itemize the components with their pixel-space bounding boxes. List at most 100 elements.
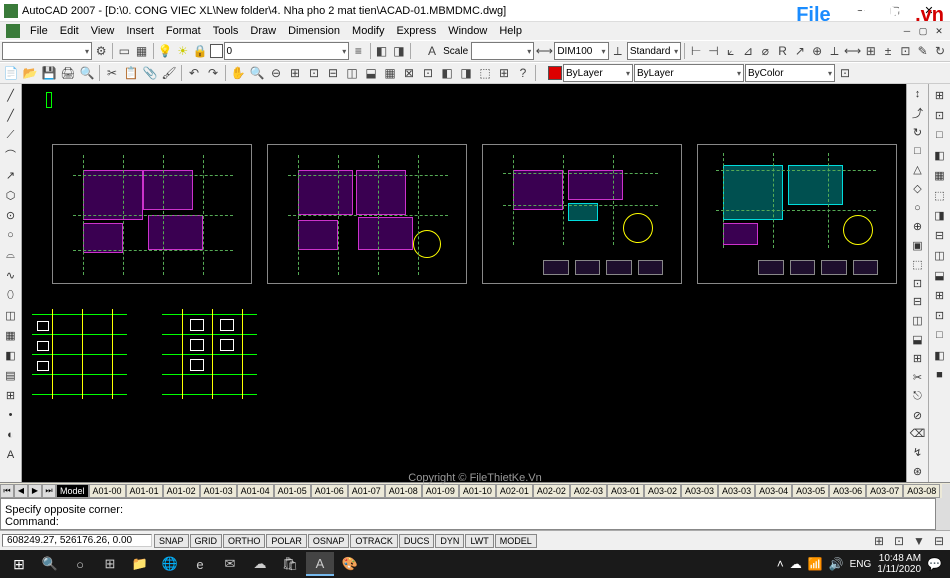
layer-sun-icon[interactable]: ☀ bbox=[175, 42, 191, 60]
tray-lang[interactable]: ENG bbox=[850, 559, 872, 570]
menu-modify[interactable]: Modify bbox=[346, 25, 390, 37]
layout-tab-a03-08[interactable]: A03-08 bbox=[903, 484, 940, 498]
task-app1[interactable]: ☁ bbox=[246, 552, 274, 576]
menu-express[interactable]: Express bbox=[390, 25, 442, 37]
drawing-canvas[interactable] bbox=[22, 84, 906, 482]
layout-tab-a03-01[interactable]: A03-01 bbox=[607, 484, 644, 498]
modify-tool-13[interactable]: ⬓ bbox=[909, 331, 927, 348]
modify-tool-10[interactable]: ⊡ bbox=[909, 275, 927, 292]
dim-icon[interactable]: ⟷ bbox=[535, 42, 553, 60]
modify-tool-11[interactable]: ⊟ bbox=[909, 293, 927, 310]
layout-tab-a02-02[interactable]: A02-02 bbox=[533, 484, 570, 498]
layer-color-swatch[interactable] bbox=[210, 44, 223, 58]
color-swatch-red[interactable] bbox=[548, 66, 562, 80]
tb2-d[interactable]: ◫ bbox=[343, 64, 361, 82]
task-store[interactable]: 🛍 bbox=[276, 552, 304, 576]
modify-tool-2[interactable]: ↻ bbox=[909, 124, 927, 141]
paste-icon[interactable]: 📎 bbox=[141, 64, 159, 82]
extra-tool-1[interactable]: ⊡ bbox=[931, 106, 949, 124]
modify-tool-16[interactable]: ⎋ bbox=[909, 388, 927, 405]
menu-window[interactable]: Window bbox=[442, 25, 493, 37]
zoom-icon[interactable]: 🔍 bbox=[248, 64, 266, 82]
draw-tool-9[interactable]: ∿ bbox=[2, 266, 20, 284]
menu-help[interactable]: Help bbox=[493, 25, 528, 37]
tb2-l[interactable]: ⊞ bbox=[495, 64, 513, 82]
layout-tab-a01-04[interactable]: A01-04 bbox=[237, 484, 274, 498]
tb2-g[interactable]: ⊠ bbox=[400, 64, 418, 82]
layout-tab-a01-06[interactable]: A01-06 bbox=[311, 484, 348, 498]
modify-tool-3[interactable]: □ bbox=[909, 143, 927, 160]
layout-tab-a01-00[interactable]: A01-00 bbox=[89, 484, 126, 498]
modify-tool-0[interactable]: ↕ bbox=[909, 86, 927, 103]
dim-5[interactable]: ⌀ bbox=[757, 42, 773, 60]
draw-tool-16[interactable]: • bbox=[2, 406, 20, 424]
modify-tool-12[interactable]: ◫ bbox=[909, 312, 927, 329]
extra-tool-12[interactable]: □ bbox=[931, 326, 949, 344]
cmd-scrollbar[interactable] bbox=[936, 498, 950, 530]
layout-tab-a01-07[interactable]: A01-07 bbox=[348, 484, 385, 498]
preview-icon[interactable]: 🔍 bbox=[78, 64, 96, 82]
layout-tab-a01-01[interactable]: A01-01 bbox=[126, 484, 163, 498]
status-toggle-ortho[interactable]: ORTHO bbox=[223, 534, 265, 548]
dim-15[interactable]: ↻ bbox=[932, 42, 948, 60]
menu-tools[interactable]: Tools bbox=[207, 25, 245, 37]
tb2-n[interactable]: ⊡ bbox=[836, 64, 854, 82]
draw-tool-18[interactable]: A bbox=[2, 446, 20, 464]
status-toggle-snap[interactable]: SNAP bbox=[154, 534, 189, 548]
extra-tool-9[interactable]: ⬓ bbox=[931, 266, 949, 284]
tb-btn-b[interactable]: ▦ bbox=[133, 42, 149, 60]
extra-tool-5[interactable]: ⬚ bbox=[931, 186, 949, 204]
layout-tab-a01-02[interactable]: A01-02 bbox=[163, 484, 200, 498]
draw-tool-3[interactable]: ⌒ bbox=[2, 146, 20, 164]
layer-lightbulb-icon[interactable]: 💡 bbox=[157, 42, 174, 60]
dim-6[interactable]: R bbox=[774, 42, 790, 60]
copy-icon[interactable]: 📋 bbox=[122, 64, 140, 82]
status-icon-2[interactable]: ⊡ bbox=[890, 532, 908, 550]
layout-tab-a01-10[interactable]: A01-10 bbox=[459, 484, 496, 498]
draw-tool-7[interactable]: ○ bbox=[2, 226, 20, 244]
modify-tool-7[interactable]: ⊕ bbox=[909, 218, 927, 235]
status-toggle-ducs[interactable]: DUCS bbox=[399, 534, 435, 548]
draw-tool-5[interactable]: ⬡ bbox=[2, 186, 20, 204]
tb-btn-d[interactable]: ◧ bbox=[373, 42, 389, 60]
new-icon[interactable]: 📄 bbox=[2, 64, 20, 82]
tb2-i[interactable]: ◧ bbox=[438, 64, 456, 82]
annoscale-icon[interactable]: A bbox=[424, 42, 440, 60]
layout-tab-a03-03[interactable]: A03-03 bbox=[681, 484, 718, 498]
tb2-f[interactable]: ▦ bbox=[381, 64, 399, 82]
layout-nav-1[interactable]: ◀ bbox=[14, 484, 28, 498]
tray-notifications-icon[interactable]: 💬 bbox=[927, 557, 942, 571]
layout-nav-0[interactable]: ⏮ bbox=[0, 484, 14, 498]
extra-tool-0[interactable]: ⊞ bbox=[931, 86, 949, 104]
task-app2[interactable]: 🎨 bbox=[336, 552, 364, 576]
pan-icon[interactable]: ✋ bbox=[229, 64, 247, 82]
dim-13[interactable]: ⊡ bbox=[897, 42, 913, 60]
dim-12[interactable]: ± bbox=[880, 42, 896, 60]
layout-tab-a03-05[interactable]: A03-05 bbox=[792, 484, 829, 498]
tray-network-icon[interactable]: 📶 bbox=[808, 557, 823, 571]
tb2-m[interactable]: ? bbox=[514, 64, 532, 82]
status-toggle-polar[interactable]: POLAR bbox=[266, 534, 307, 548]
extra-tool-14[interactable]: ■ bbox=[931, 366, 949, 384]
layout-scrollbar[interactable] bbox=[942, 484, 950, 498]
tb2-c[interactable]: ⊟ bbox=[324, 64, 342, 82]
task-browser[interactable]: 🌐 bbox=[156, 552, 184, 576]
layout-tab-a03-02[interactable]: A03-02 bbox=[644, 484, 681, 498]
extra-tool-2[interactable]: □ bbox=[931, 126, 949, 144]
tray-cloud-icon[interactable]: ☁ bbox=[790, 557, 802, 571]
status-toggle-model[interactable]: MODEL bbox=[495, 534, 537, 548]
extra-tool-4[interactable]: ▦ bbox=[931, 166, 949, 184]
linetype-combo[interactable]: ByLayer bbox=[634, 64, 744, 82]
scale-combo[interactable] bbox=[471, 42, 534, 60]
draw-tool-4[interactable]: ↗ bbox=[2, 166, 20, 184]
layout-tab-a01-09[interactable]: A01-09 bbox=[422, 484, 459, 498]
draw-tool-15[interactable]: ⊞ bbox=[2, 386, 20, 404]
redo-icon[interactable]: ↷ bbox=[204, 64, 222, 82]
tb-btn-a[interactable]: ▭ bbox=[116, 42, 132, 60]
dim-3[interactable]: ⟀ bbox=[723, 42, 739, 60]
menu-draw[interactable]: Draw bbox=[244, 25, 282, 37]
menu-edit[interactable]: Edit bbox=[54, 25, 85, 37]
tray-clock[interactable]: 10:48 AM 1/11/2020 bbox=[877, 553, 921, 575]
task-view[interactable]: ⊞ bbox=[96, 552, 124, 576]
task-explorer[interactable]: 📁 bbox=[126, 552, 154, 576]
